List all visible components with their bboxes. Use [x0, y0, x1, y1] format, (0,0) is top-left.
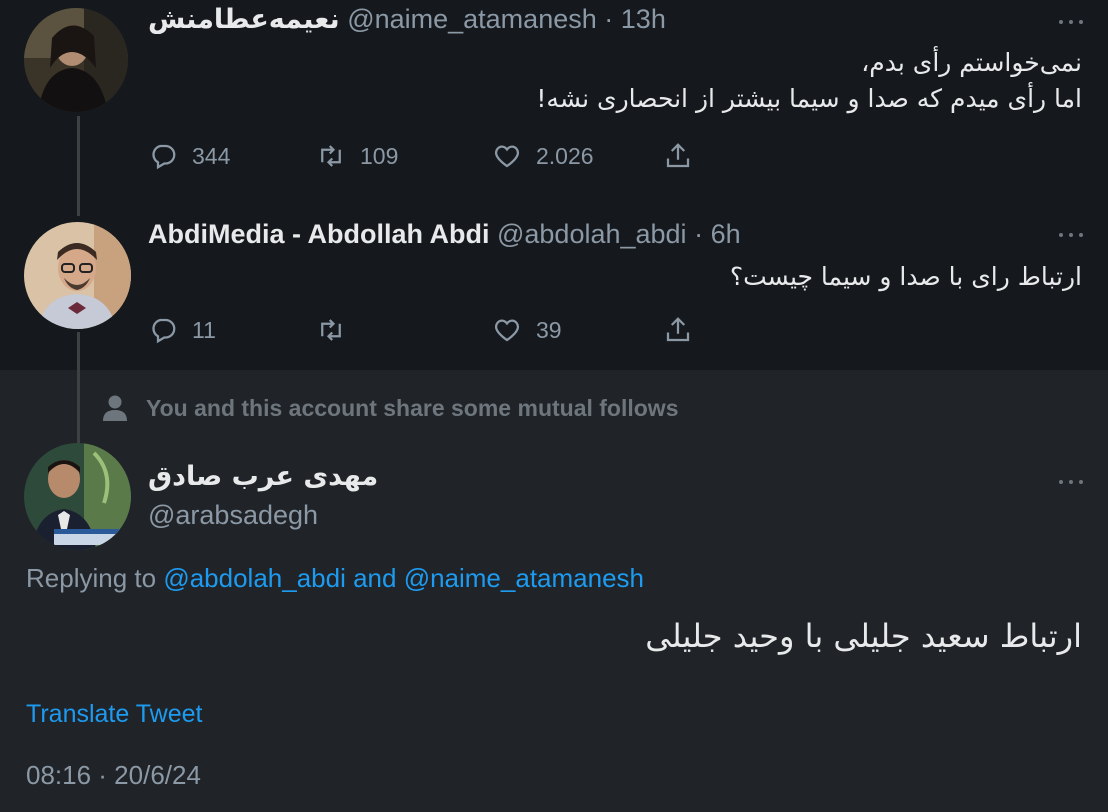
reply-count: 344: [192, 142, 231, 169]
tweet-text-line: ارتباط رای با صدا و سیما چیست؟: [729, 262, 1082, 291]
replying-and[interactable]: and: [346, 563, 404, 593]
share-button[interactable]: [663, 315, 693, 345]
handle[interactable]: @arabsadegh: [148, 500, 318, 531]
handle[interactable]: @naime_atamanesh: [347, 4, 597, 34]
more-icon[interactable]: [1059, 478, 1083, 486]
handle[interactable]: @abdolah_abdi: [497, 219, 687, 249]
retweet-icon: [321, 145, 341, 167]
share-icon: [666, 143, 690, 168]
tweet-text-line: نمی‌خواستم رأی بدم،: [861, 48, 1082, 77]
display-name[interactable]: AbdiMedia - Abdollah Abdi: [148, 219, 489, 249]
share-button[interactable]: [663, 141, 693, 171]
replying-prefix: Replying to: [26, 563, 164, 593]
tweet-text: ارتباط رای با صدا و سیما چیست؟: [730, 259, 1082, 295]
replying-user-link[interactable]: @abdolah_abdi: [163, 563, 346, 593]
like-count: 39: [536, 316, 562, 343]
more-icon[interactable]: [1059, 231, 1083, 239]
person-icon: [103, 395, 127, 421]
mutual-follows-text: You and this account share some mutual f…: [146, 394, 679, 421]
thread-line: [77, 332, 80, 444]
tweet-text: ارتباط سعید جلیلی با وحید جلیلی: [645, 617, 1082, 655]
like-button[interactable]: 39: [492, 315, 562, 345]
tweet-text: نمی‌خواستم رأی بدم، اما رأی میدم که صدا …: [536, 45, 1082, 117]
timestamp[interactable]: 6h: [711, 219, 741, 249]
like-icon: [494, 145, 520, 168]
avatar-abdi[interactable]: [24, 222, 131, 329]
like-count: 2.026: [536, 142, 594, 169]
share-icon: [666, 317, 690, 342]
display-name[interactable]: نعیمه‌عطامنش: [148, 4, 340, 35]
reply-button[interactable]: 344: [148, 141, 230, 171]
retweet-icon: [321, 319, 341, 341]
separator: ·: [694, 219, 704, 249]
like-button[interactable]: 2.026: [492, 141, 594, 171]
avatar-arabsadegh[interactable]: [24, 443, 131, 550]
retweet-count: 109: [360, 142, 399, 169]
like-icon: [494, 319, 520, 342]
display-name[interactable]: مهدی عرب صادق: [148, 461, 378, 492]
replying-user-link[interactable]: @naime_atamanesh: [404, 563, 644, 593]
reply-icon: [152, 144, 176, 170]
thread-line: [77, 116, 80, 216]
more-icon[interactable]: [1059, 18, 1083, 26]
tweet-text-line: اما رأی میدم که صدا و سیما بیشتر از انحص…: [536, 84, 1082, 113]
tweet-header: نعیمه‌عطامنش @naime_atamanesh · 13h: [148, 3, 666, 36]
mutual-follows-notice: You and this account share some mutual f…: [102, 394, 679, 422]
retweet-button[interactable]: 109: [316, 141, 398, 171]
separator: ·: [604, 4, 614, 34]
retweet-button[interactable]: [316, 315, 360, 345]
reply-button[interactable]: 11: [148, 315, 216, 345]
tweet-timestamp[interactable]: 08:16 · 20/6/24: [26, 760, 201, 791]
translate-tweet-link[interactable]: Translate Tweet: [26, 700, 202, 729]
tweet-header: AbdiMedia - Abdollah Abdi @abdolah_abdi …: [148, 218, 741, 250]
reply-icon: [152, 318, 176, 344]
reply-count: 11: [192, 316, 216, 343]
avatar-naime[interactable]: [24, 8, 128, 112]
timestamp[interactable]: 13h: [621, 4, 666, 34]
replying-to: Replying to @abdolah_abdi and @naime_ata…: [26, 563, 644, 594]
